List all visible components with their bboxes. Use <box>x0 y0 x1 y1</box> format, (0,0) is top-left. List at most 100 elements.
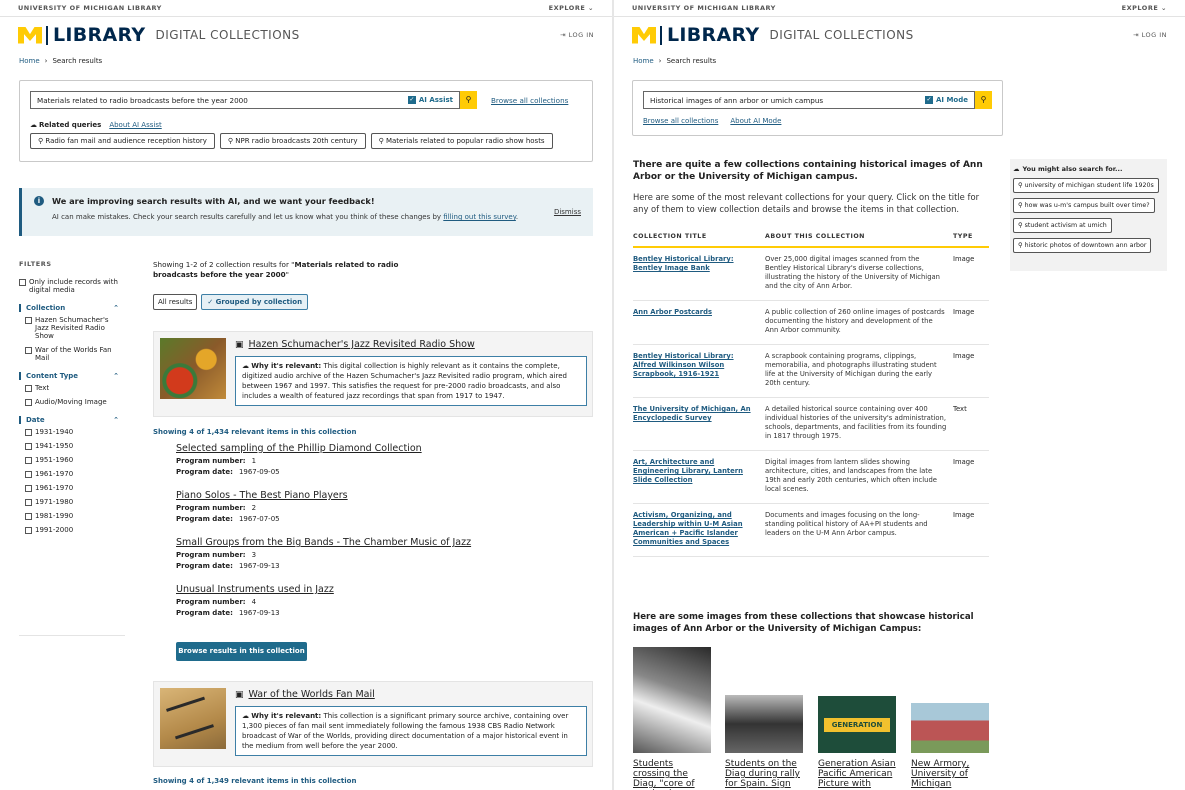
collection-thumbnail[interactable] <box>160 338 226 399</box>
search-button[interactable]: ⚲ <box>975 91 992 109</box>
browse-all-link[interactable]: Browse all collections <box>491 96 568 105</box>
about-ai-link[interactable]: About AI Assist <box>109 121 161 129</box>
image-result[interactable]: New Armory, University of Michigan <box>911 703 989 789</box>
checkbox[interactable] <box>25 317 32 324</box>
image-thumbnail[interactable]: GENERATION <box>818 696 896 753</box>
image-thumbnail[interactable] <box>911 703 989 753</box>
related-chip-3[interactable]: ⚲ Materials related to popular radio sho… <box>370 133 553 149</box>
image-caption[interactable]: Students crossing the Diag, "core of aca… <box>633 759 711 790</box>
checkbox[interactable] <box>25 399 32 406</box>
university-link[interactable]: UNIVERSITY OF MICHIGAN LIBRARY <box>18 4 162 12</box>
collection-link[interactable]: Activism, Organizing, and Leadership wit… <box>633 511 743 546</box>
ai-mode-toggle[interactable]: ✓ AI Mode <box>925 96 968 104</box>
checkbox[interactable] <box>25 385 32 392</box>
filter-option[interactable]: Hazen Schumacher's Jazz Revisited Radio … <box>25 316 119 340</box>
search-button[interactable]: ⚲ <box>460 91 477 109</box>
collection-link[interactable]: Ann Arbor Postcards <box>633 308 712 316</box>
suggestion-chip[interactable]: ⚲ university of michigan student life 19… <box>1013 178 1159 193</box>
collection-card: ▣ Hazen Schumacher's Jazz Revisited Radi… <box>153 331 593 417</box>
checkbox[interactable] <box>25 429 32 436</box>
dismiss-link[interactable]: Dismiss <box>554 208 581 216</box>
collection-title[interactable]: Hazen Schumacher's Jazz Revisited Radio … <box>249 339 475 350</box>
image-caption[interactable]: Students on the Diag during rally for Sp… <box>725 759 803 789</box>
item-title[interactable]: Small Groups from the Big Bands - The Ch… <box>176 537 471 548</box>
program-number-label: Program number: <box>176 551 246 559</box>
university-link[interactable]: UNIVERSITY OF MICHIGAN LIBRARY <box>632 4 776 12</box>
collection-title[interactable]: War of the Worlds Fan Mail <box>249 689 375 700</box>
tab-grouped-label: Grouped by collection <box>215 298 303 306</box>
item-title[interactable]: Piano Solos - The Best Piano Players <box>176 490 348 501</box>
tab-grouped[interactable]: ✓ Grouped by collection <box>201 294 309 310</box>
checkbox[interactable] <box>25 513 32 520</box>
image-result[interactable]: GENERATION Generation Asian Pacific Amer… <box>818 696 896 789</box>
digital-media-filter[interactable]: Only include records with digital media <box>19 278 125 294</box>
filter-option[interactable]: 1961-1970 <box>25 470 119 478</box>
checkbox[interactable] <box>25 485 32 492</box>
collection-thumbnail[interactable] <box>160 688 226 749</box>
ai-assist-toggle[interactable]: ✓ AI Assist <box>407 96 453 104</box>
breadcrumb-home[interactable]: Home <box>633 57 654 65</box>
search-input[interactable]: Historical images of ann arbor or umich … <box>643 91 975 109</box>
suggestion-chip[interactable]: ⚲ historic photos of downtown ann arbor <box>1013 238 1152 253</box>
filter-option[interactable]: 1951-1960 <box>25 456 119 464</box>
library-logo-text[interactable]: LIBRARY <box>53 24 145 46</box>
browse-collection-button[interactable]: Browse results in this collection <box>176 642 307 661</box>
about-ai-link[interactable]: About AI Mode <box>730 117 781 125</box>
search-input[interactable]: Materials related to radio broadcasts be… <box>30 91 460 109</box>
checkbox[interactable] <box>25 347 32 354</box>
checkbox[interactable] <box>19 279 26 286</box>
related-chip-2[interactable]: ⚲ NPR radio broadcasts 20th century <box>219 133 366 149</box>
image-result[interactable]: Students crossing the Diag, "core of aca… <box>633 647 711 790</box>
explore-menu[interactable]: EXPLORE ⌄ <box>1122 4 1167 12</box>
library-logo-text[interactable]: LIBRARY <box>667 24 759 46</box>
collection-link[interactable]: Art, Architecture and Engineering Librar… <box>633 458 743 484</box>
login-link[interactable]: ⇥ LOG IN <box>1133 31 1167 39</box>
collection-link[interactable]: Bentley Historical Library: Bentley Imag… <box>633 255 734 272</box>
browse-all-link[interactable]: Browse all collections <box>643 117 718 125</box>
filter-option[interactable]: 1931-1940 <box>25 428 119 436</box>
breadcrumb-home[interactable]: Home <box>19 57 40 65</box>
collection-link[interactable]: The University of Michigan, An Encyclope… <box>633 405 751 422</box>
cell-type: Image <box>953 247 989 301</box>
filter-option[interactable]: War of the Worlds Fan Mail <box>25 346 119 362</box>
explore-menu[interactable]: EXPLORE ⌄ <box>549 4 594 12</box>
block-m-logo[interactable] <box>18 26 42 44</box>
checkbox[interactable] <box>25 471 32 478</box>
filter-option-label: Text <box>35 384 50 392</box>
item-title[interactable]: Unusual Instruments used in Jazz <box>176 584 334 595</box>
images-heading: Here are some images from these collecti… <box>633 612 974 634</box>
suggestion-chip[interactable]: ⚲ student activism at umich <box>1013 218 1112 233</box>
checkbox[interactable] <box>25 499 32 506</box>
filter-option[interactable]: 1961-1970 <box>25 484 119 492</box>
block-m-logo[interactable] <box>632 26 656 44</box>
survey-link[interactable]: filling out this survey <box>443 213 516 221</box>
login-icon: ⇥ <box>560 31 567 39</box>
filter-group-header[interactable]: Content Type ⌃ <box>19 372 119 380</box>
checkbox[interactable] <box>25 457 32 464</box>
filter-group-header[interactable]: Date ⌃ <box>19 416 119 424</box>
image-result[interactable]: Students on the Diag during rally for Sp… <box>725 695 803 789</box>
item-title[interactable]: Selected sampling of the Phillip Diamond… <box>176 443 422 454</box>
collection-link[interactable]: Bentley Historical Library: Alfred Wilki… <box>633 352 734 378</box>
filter-option[interactable]: Text <box>25 384 119 392</box>
filter-option[interactable]: Audio/Moving Image <box>25 398 119 406</box>
related-chip-1[interactable]: ⚲ Radio fan mail and audience reception … <box>30 133 215 149</box>
tab-all-results[interactable]: All results <box>153 294 198 310</box>
filter-option[interactable]: 1981-1990 <box>25 512 119 520</box>
suggestion-chip[interactable]: ⚲ how was u-m's campus built over time? <box>1013 198 1155 213</box>
login-link[interactable]: ⇥ LOG IN <box>560 31 594 39</box>
filter-option[interactable]: 1991-2000 <box>25 526 119 534</box>
checkbox[interactable] <box>25 527 32 534</box>
image-thumbnail[interactable] <box>633 647 711 753</box>
checkbox[interactable] <box>25 443 32 450</box>
summary-suffix: " <box>285 270 289 279</box>
image-caption[interactable]: New Armory, University of Michigan <box>911 759 989 789</box>
filter-option-label: 1941-1950 <box>35 442 74 450</box>
filter-group-title: Content Type <box>26 372 79 380</box>
image-caption[interactable]: Generation Asian Pacific American Pictur… <box>818 759 896 789</box>
image-thumbnail[interactable] <box>725 695 803 753</box>
chevron-down-icon: ⌄ <box>588 4 594 12</box>
filter-option[interactable]: 1941-1950 <box>25 442 119 450</box>
filter-group-header[interactable]: Collection ⌃ <box>19 304 119 312</box>
filter-option[interactable]: 1971-1980 <box>25 498 119 506</box>
